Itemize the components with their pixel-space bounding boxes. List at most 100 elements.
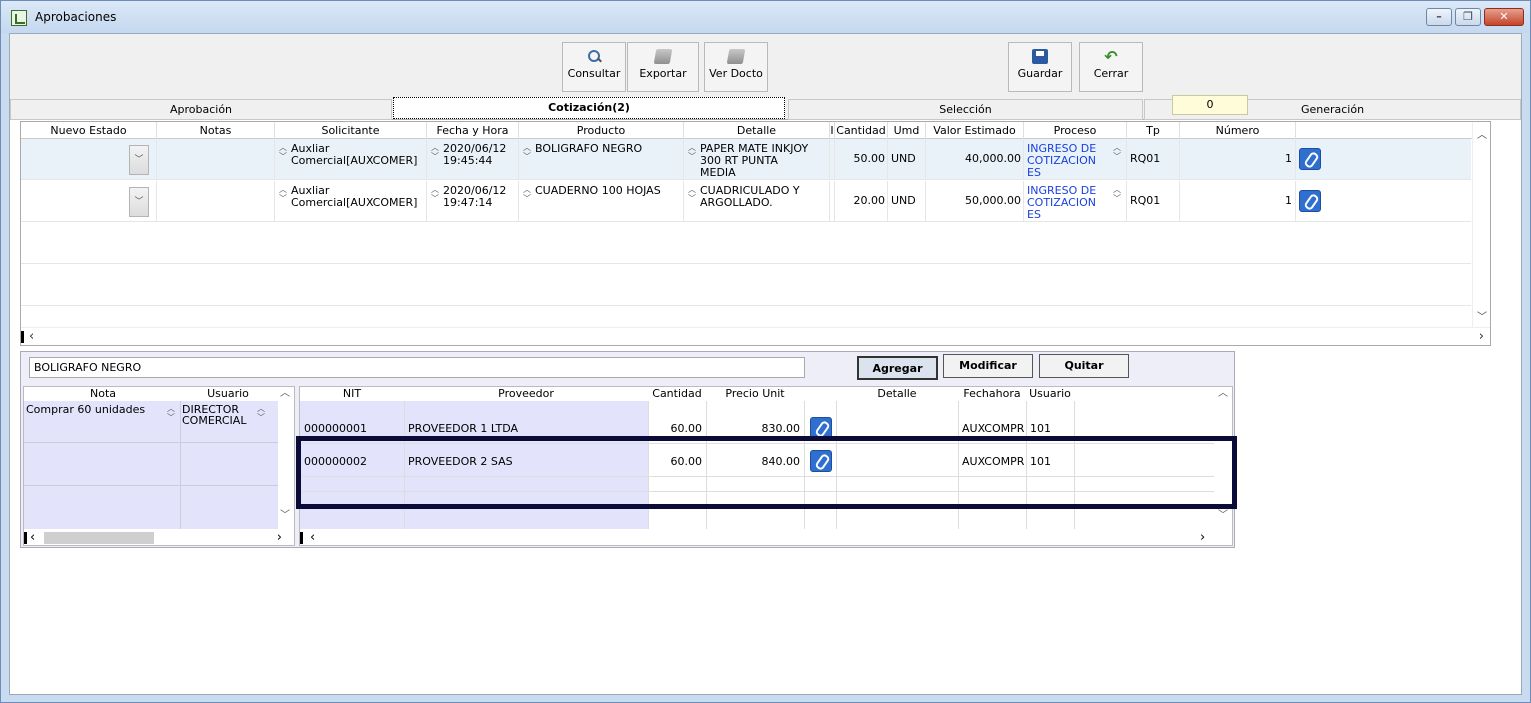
umd-cell: UND [888,181,926,222]
spin-icon[interactable]: ︿ ﹀ [430,185,440,203]
col-precio-unit[interactable]: Precio Unit [706,387,804,401]
col-nota[interactable]: Nota [24,387,182,401]
restore-button[interactable]: ❐ [1455,8,1481,26]
spin-icon[interactable]: ︿ ﹀ [687,185,697,203]
list-item[interactable]: Comprar 60 unidades ︿ ﹀ DIRECTOR COMERCIA… [24,401,278,443]
horizontal-scrollbar[interactable]: ‹ › [24,529,294,545]
scroll-left-icon[interactable]: ‹ [310,529,315,545]
col-proceso[interactable]: Proceso [1024,122,1127,139]
horizontal-scrollbar[interactable]: ‹ › [300,529,1232,545]
scroll-up-icon[interactable]: ︿ [1218,389,1228,399]
column-divider [180,401,181,531]
count-field: 0 [1172,95,1248,115]
guardar-button[interactable]: Guardar [1008,42,1072,92]
scroll-right-icon[interactable]: › [1200,529,1205,545]
scroll-thumb[interactable] [21,331,24,343]
scroll-left-icon[interactable]: ‹ [30,529,35,545]
vertical-scrollbar[interactable]: ︿ ﹀ [1214,387,1232,529]
col-detalle[interactable]: Detalle [836,387,958,401]
col-tp[interactable]: Tp [1127,122,1180,139]
col-usuario[interactable]: Usuario [1026,387,1074,401]
fecha-cell: ︿ ﹀ 2020/06/12 19:47:14 [427,181,519,222]
cantidad-cell: 60.00 [670,422,703,435]
product-field[interactable]: BOLIGRAFO NEGRO [29,357,805,378]
attachment-icon[interactable] [810,417,832,439]
col-notas[interactable]: Notas [157,122,275,139]
col-detalle[interactable]: Detalle [684,122,830,139]
col-cantidad[interactable]: Cantidad [648,387,706,401]
vertical-scrollbar[interactable]: ︿ ﹀ [1472,122,1490,327]
horizontal-scrollbar[interactable]: ‹ › [21,327,1490,345]
consultar-button[interactable]: Consultar [562,42,626,92]
attachment-icon[interactable] [1299,148,1321,170]
spin-icon[interactable]: ︿ ﹀ [430,143,440,161]
vertical-scrollbar[interactable]: ︿ ﹀ [278,387,294,529]
scroll-thumb[interactable] [44,532,154,544]
col-proveedor[interactable]: Proveedor [404,387,648,401]
minimize-button[interactable]: – [1426,8,1452,26]
col-cantidad[interactable]: Cantidad [835,122,888,139]
col-valor-estimado[interactable]: Valor Estimado [926,122,1024,139]
cantidad-cell: 50.00 [835,139,888,180]
tab-aprobacion[interactable]: Aprobación [10,99,392,120]
producto-cell: ︿ ﹀ BOLIGRAFO NEGRO [519,139,684,180]
scroll-down-icon[interactable]: ﹀ [1473,308,1490,323]
table-row[interactable]: 000000002 PROVEEDOR 2 SAS 60.00 840.00 A… [300,444,1214,477]
fechahora-cell: AUXCOMPR [962,455,1025,468]
col-usuario[interactable]: Usuario [182,387,274,401]
cerrar-button[interactable]: ↶ Cerrar [1079,42,1143,92]
spin-icon[interactable]: ︿ ﹀ [166,404,176,422]
cantidad-cell: 20.00 [835,181,888,222]
scroll-thumb[interactable] [300,532,303,544]
col-fechahora[interactable]: Fechahora [958,387,1026,401]
agregar-button[interactable]: Agregar [857,356,938,380]
table-row[interactable]: 000000001 PROVEEDOR 1 LTDA 60.00 830.00 … [300,411,1214,444]
col-numero[interactable]: Número [1180,122,1296,139]
quitar-button[interactable]: Quitar [1039,354,1129,378]
attachment-icon[interactable] [810,450,832,472]
table-row[interactable] [21,223,1471,264]
spin-icon[interactable]: ︿ ﹀ [522,185,532,203]
scroll-up-icon[interactable]: ︿ [280,389,290,399]
tab-seleccion[interactable]: Selección [788,99,1143,120]
spin-icon[interactable]: ︿ ﹀ [1112,185,1122,203]
spin-icon[interactable]: ︿ ﹀ [278,143,288,161]
spin-icon[interactable]: ︿ ﹀ [278,185,288,203]
close-button[interactable]: ✕ [1484,8,1524,26]
tp-cell: RQ01 [1127,139,1180,180]
row-divider [300,491,1214,492]
spin-icon[interactable]: ︿ ﹀ [256,404,266,422]
notas-cell[interactable] [157,181,275,222]
spin-icon[interactable]: ︿ ﹀ [1112,143,1122,161]
scroll-down-icon[interactable]: ﹀ [280,511,290,521]
table-row[interactable]: ﹀ ︿ ﹀ Auxliar Comercial[AUXCOMER] ︿ ﹀ 2020… [21,139,1471,180]
exportar-button[interactable]: Exportar [627,42,699,92]
col-nit[interactable]: NIT [300,387,404,401]
scroll-thumb[interactable] [24,532,27,544]
precio-cell: 830.00 [761,422,801,435]
solicitante-cell: ︿ ﹀ Auxliar Comercial[AUXCOMER] [275,139,427,180]
scroll-right-icon[interactable]: › [1479,328,1484,345]
ver-docto-button[interactable]: Ver Docto [704,42,768,92]
table-row[interactable] [21,265,1471,306]
table-row[interactable]: ﹀ ︿ ﹀ Auxliar Comercial[AUXCOMER] ︿ ﹀ 2020… [21,181,1471,222]
col-producto[interactable]: Producto [519,122,684,139]
attachment-icon[interactable] [1299,190,1321,212]
chevron-down-icon[interactable]: ﹀ [129,145,149,175]
cantidad-cell: 60.00 [670,455,703,468]
notas-cell[interactable] [157,139,275,180]
tab-cotizacion[interactable]: Cotización(2) [393,97,785,119]
spin-icon[interactable]: ︿ ﹀ [522,143,532,161]
spin-icon[interactable]: ︿ ﹀ [687,143,697,161]
scroll-up-icon[interactable]: ︿ [1473,126,1490,141]
scroll-down-icon[interactable]: ﹀ [1218,511,1228,521]
scroll-left-icon[interactable]: ‹ [29,328,34,345]
col-solicitante[interactable]: Solicitante [275,122,427,139]
modificar-button[interactable]: Modificar [943,354,1033,378]
chevron-down-icon[interactable]: ﹀ [129,187,149,217]
numero-cell: 1 [1180,139,1296,180]
scroll-right-icon[interactable]: › [277,529,282,545]
col-nuevo-estado[interactable]: Nuevo Estado [21,122,157,139]
col-umd[interactable]: Umd [888,122,926,139]
col-fecha-hora[interactable]: Fecha y Hora [427,122,519,139]
